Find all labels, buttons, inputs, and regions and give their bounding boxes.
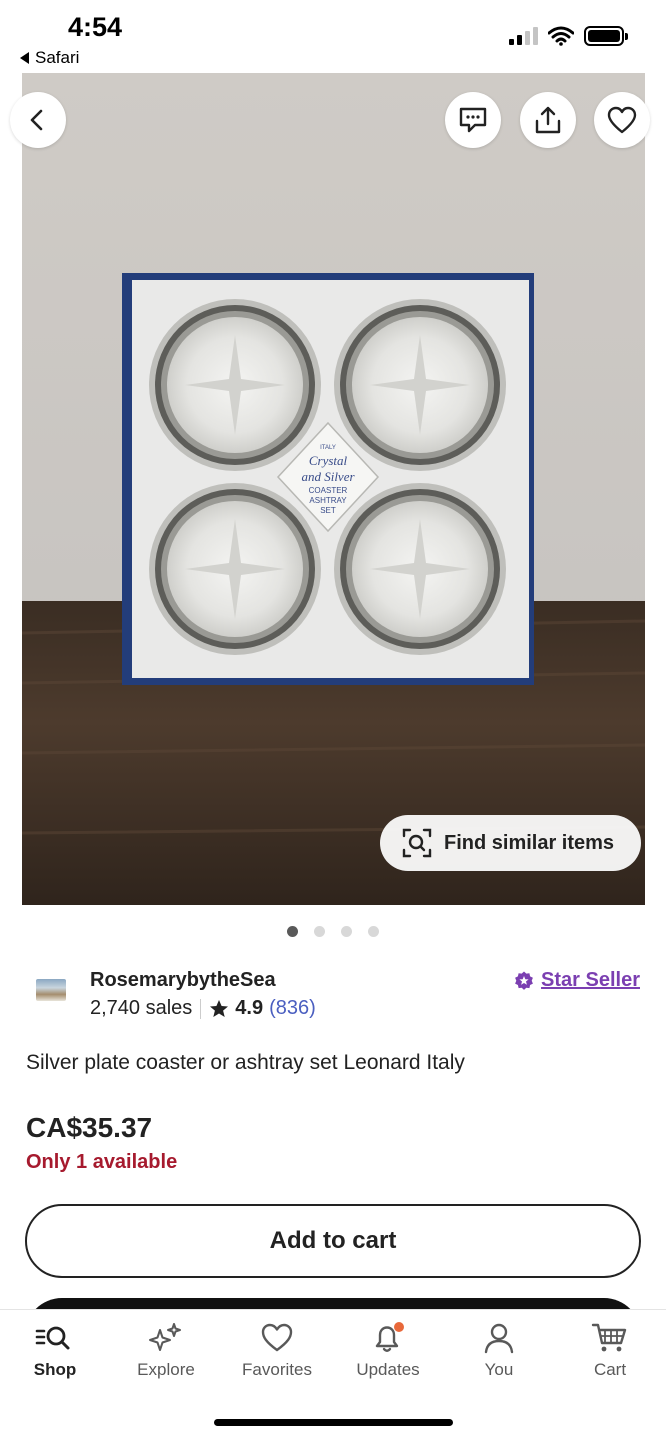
tab-label: Explore: [137, 1360, 195, 1379]
person-icon: [484, 1323, 514, 1354]
cellular-signal-icon: [509, 27, 538, 45]
product-image-carousel[interactable]: ITALY Crystal and Silver COASTER ASHTRAY…: [22, 73, 645, 905]
listing-title: Silver plate coaster or ashtray set Leon…: [26, 1051, 465, 1074]
sales-count: 2,740 sales: [90, 997, 193, 1019]
label-line-1: ITALY: [320, 445, 336, 451]
battery-icon: [584, 26, 628, 46]
share-button[interactable]: [520, 92, 576, 148]
listing-price: CA$35.37: [26, 1112, 153, 1143]
carousel-dot[interactable]: [314, 926, 325, 937]
carousel-dot[interactable]: [287, 926, 298, 937]
tab-explore[interactable]: Explore: [111, 1322, 221, 1380]
system-icons: [509, 26, 628, 46]
product-photo: ITALY Crystal and Silver COASTER ASHTRAY…: [22, 73, 645, 905]
message-seller-button[interactable]: [445, 92, 501, 148]
star-seller-badge[interactable]: Star Seller: [514, 969, 640, 992]
home-indicator[interactable]: [214, 1419, 453, 1426]
back-to-safari-link[interactable]: Safari: [20, 48, 79, 68]
sparkle-icon: [149, 1323, 181, 1351]
add-to-cart-button[interactable]: Add to cart: [25, 1204, 641, 1278]
label-line-4: COASTER: [309, 486, 348, 495]
bell-icon: [375, 1322, 404, 1352]
tab-updates[interactable]: Updates: [333, 1322, 443, 1380]
back-button[interactable]: [10, 92, 66, 148]
shop-avatar[interactable]: [36, 979, 66, 1001]
star-seller-label: Star Seller: [541, 969, 640, 991]
chat-bubble-icon: [459, 107, 487, 133]
shop-rating: 4.9: [235, 997, 264, 1019]
find-similar-items-button[interactable]: Find similar items: [380, 815, 641, 871]
heart-icon: [261, 1323, 293, 1352]
tab-cart[interactable]: Cart: [555, 1322, 665, 1380]
tab-you[interactable]: You: [444, 1322, 554, 1380]
label-line-5: ASHTRAY: [309, 496, 347, 505]
back-app-label: Safari: [35, 48, 80, 67]
status-time: 4:54: [68, 12, 123, 42]
label-line-2: Crystal: [309, 453, 348, 468]
tab-label: Updates: [356, 1360, 420, 1379]
star-badge-icon: [515, 971, 533, 990]
status-bar: 4:54 Safari: [0, 0, 666, 72]
tab-label: Favorites: [242, 1360, 312, 1379]
visual-search-icon: [402, 828, 432, 858]
tab-label: Cart: [593, 1360, 627, 1379]
tab-favorites[interactable]: Favorites: [222, 1322, 332, 1380]
share-icon: [535, 106, 561, 134]
carousel-dot[interactable]: [368, 926, 379, 937]
carousel-dot[interactable]: [341, 926, 352, 937]
tab-label: Shop: [33, 1360, 77, 1379]
shop-search-icon: [35, 1326, 70, 1350]
availability-note: Only 1 available: [26, 1151, 178, 1173]
heart-icon: [607, 106, 637, 134]
chevron-left-icon: [30, 109, 43, 131]
tab-shop[interactable]: Shop: [0, 1322, 110, 1380]
label-line-6: SET: [320, 506, 336, 515]
favorite-button[interactable]: [594, 92, 650, 148]
tab-label: You: [484, 1360, 514, 1379]
find-similar-label: Find similar items: [444, 831, 615, 854]
notification-dot: [394, 1322, 404, 1332]
review-count-link[interactable]: (836): [269, 997, 316, 1020]
shop-name-link[interactable]: RosemarybytheSea: [90, 969, 276, 992]
shop-stats: 2,740 sales 4.9 (836): [90, 997, 316, 1020]
carousel-pagination: [0, 926, 666, 937]
back-triangle-icon: [20, 52, 29, 64]
wifi-icon: [548, 26, 574, 46]
label-line-3: and Silver: [301, 469, 355, 484]
cart-icon: [591, 1323, 627, 1352]
divider: [200, 998, 202, 1019]
star-icon: [210, 999, 229, 1017]
